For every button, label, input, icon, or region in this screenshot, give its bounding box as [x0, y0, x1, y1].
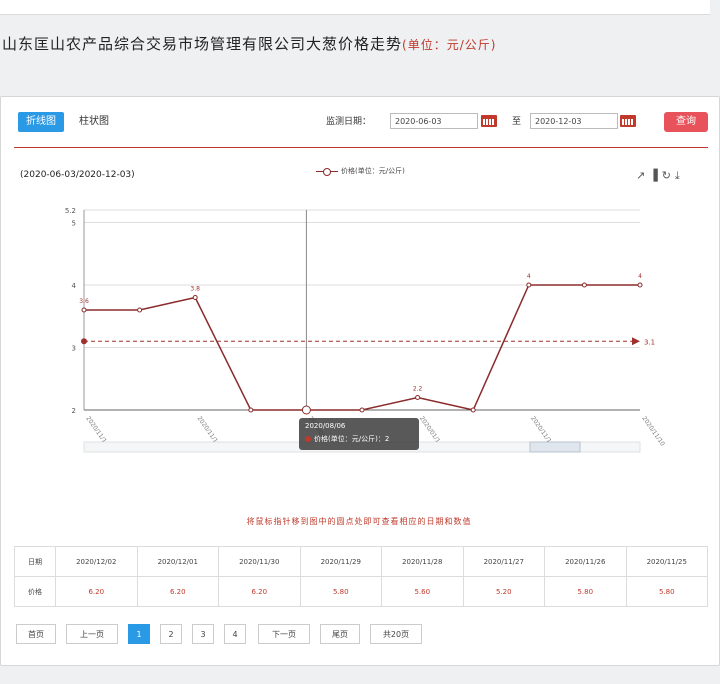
table-row-dates: 日期 2020/12/02 2020/12/01 2020/11/30 2020…: [14, 546, 708, 577]
table-cell: 2020/12/02: [55, 546, 138, 577]
chart-legend[interactable]: 价格(单位：元/公斤): [316, 166, 405, 176]
table-cell: 5.80: [625, 576, 708, 607]
average-arrow: [632, 337, 640, 346]
price-header: 价格: [14, 576, 56, 607]
query-button[interactable]: 查询: [664, 112, 708, 132]
tooltip-dot-icon: [305, 436, 311, 442]
data-point: [637, 282, 643, 288]
average-label: 3.1: [644, 338, 655, 346]
divider: [14, 147, 708, 148]
end-calendar-icon[interactable]: [620, 115, 636, 127]
table-cell: 6.20: [136, 576, 219, 607]
table-row-prices: 价格 6.20 6.20 6.20 5.80 5.60 5.20 5.80 5.…: [14, 576, 708, 607]
y-tick-label: 2: [72, 407, 76, 415]
line-chart-icon[interactable]: ↗: [636, 169, 649, 182]
date-to-label: 至: [512, 117, 522, 127]
table-cell: 2020/11/30: [218, 546, 301, 577]
data-point: [301, 405, 311, 415]
page-button-1[interactable]: 1: [128, 624, 150, 644]
point-label: 4: [638, 273, 642, 280]
start-calendar-icon[interactable]: [481, 115, 497, 127]
data-point: [248, 407, 254, 413]
data-point: [192, 295, 198, 300]
y-tick-label: 5: [72, 220, 76, 228]
table-cell: 5.80: [299, 576, 382, 607]
download-icon[interactable]: ⤓: [675, 169, 684, 182]
chart-range-label: (2020-06-03/2020-12-03): [20, 170, 135, 180]
table-cell: 2020/11/25: [625, 546, 708, 577]
top-strip: [0, 0, 710, 15]
table-cell: 5.60: [381, 576, 464, 607]
table-cell: 5.20: [462, 576, 545, 607]
legend-marker-icon: [316, 167, 338, 176]
y-tick-label: 4: [72, 282, 77, 290]
average-start-marker: [81, 338, 87, 345]
data-point: [581, 282, 587, 288]
prev-page-button[interactable]: 上一页: [66, 624, 118, 644]
table-cell: 2020/11/27: [462, 546, 545, 577]
table-cell: 2020/11/28: [381, 546, 464, 577]
chart-toolbox: ↗▐↻⤓: [636, 169, 684, 183]
tooltip-date: 2020/08/06: [305, 422, 346, 430]
table-cell: 6.20: [55, 576, 138, 607]
date-range-label: 监测日期：: [326, 117, 372, 127]
zoom-handle: [529, 441, 581, 453]
start-date-input[interactable]: 2020-06-03: [390, 113, 478, 129]
page-title: 山东匡山农产品综合交易市场管理有限公司大葱价格走势(单位：元/公斤): [2, 32, 522, 58]
data-point: [526, 282, 532, 288]
data-point: [359, 407, 365, 413]
chart-hint: 将鼠标指针移到图中的圆点处即可查看相应的日期和数值: [246, 517, 472, 526]
page-title-text: 山东匡山农产品综合交易市场管理有限公司大葱价格走势: [2, 35, 403, 53]
data-point: [81, 307, 87, 313]
point-label: 3.8: [190, 286, 200, 293]
tab-line-chart[interactable]: 折线图: [18, 112, 64, 132]
page-button-3[interactable]: 3: [192, 624, 214, 644]
table-cell: 5.80: [544, 576, 627, 607]
price-table: 日期 2020/12/02 2020/12/01 2020/11/30 2020…: [14, 546, 708, 607]
tab-bar-chart[interactable]: 柱状图: [72, 112, 116, 132]
date-header: 日期: [14, 546, 56, 577]
point-label: 4: [527, 273, 531, 280]
bar-chart-icon[interactable]: ▐: [649, 169, 661, 182]
next-page-button[interactable]: 下一页: [258, 624, 310, 644]
table-cell: 2020/11/26: [544, 546, 627, 577]
point-label: 2.2: [413, 386, 423, 393]
refresh-icon[interactable]: ↻: [662, 169, 675, 182]
table-cell: 2020/12/01: [136, 546, 219, 577]
first-page-button[interactable]: 首页: [16, 624, 56, 644]
page-button-4[interactable]: 4: [224, 624, 246, 644]
y-tick-label: 3: [72, 345, 76, 353]
table-cell: 2020/11/29: [299, 546, 382, 577]
data-point: [470, 407, 476, 413]
last-page-button[interactable]: 尾页: [320, 624, 360, 644]
data-point: [415, 395, 421, 400]
point-label: 3.6: [79, 298, 89, 305]
page-button-2[interactable]: 2: [160, 624, 182, 644]
data-point: [137, 307, 143, 313]
y-tick-label: 5.2: [65, 207, 76, 215]
legend-label: 价格(单位：元/公斤): [341, 167, 405, 175]
total-pages: 共20页: [370, 624, 422, 644]
end-date-input[interactable]: 2020-12-03: [530, 113, 618, 129]
chart-tooltip: 2020/08/06 价格(单位：元/公斤)：2: [299, 418, 419, 450]
page-title-unit: (单位：元/公斤): [402, 38, 497, 52]
table-cell: 6.20: [218, 576, 301, 607]
tooltip-value: 价格(单位：元/公斤)：2: [314, 435, 390, 443]
x-tick-label: 2020/11/10: [640, 415, 666, 447]
